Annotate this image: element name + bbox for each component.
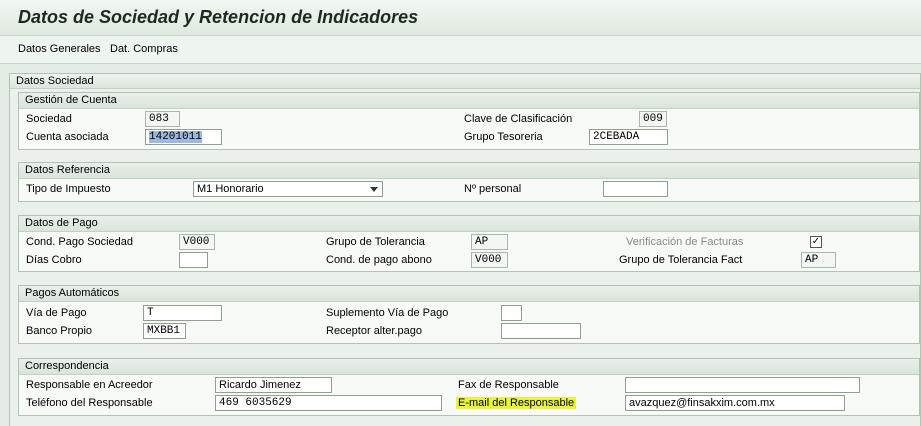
cuenta-asociada-value: 14201011 — [149, 131, 202, 143]
cond-pago-sociedad-field[interactable]: V000 — [179, 234, 215, 250]
datos-referencia-group: Datos Referencia Tipo de Impuesto M1 Hon… — [18, 162, 920, 202]
grupo-tesoreria-label: Grupo Tesoreria — [464, 131, 543, 143]
pagos-automaticos-header: Pagos Automáticos — [19, 286, 919, 302]
grupo-tolerancia-label: Grupo de Tolerancia — [326, 236, 425, 248]
grupo-tesoreria-field[interactable]: 2CEBADA — [589, 129, 668, 145]
group-title: Correspondencia — [25, 360, 109, 372]
gestion-cuenta-header: Gestión de Cuenta — [19, 93, 919, 109]
group-title: Gestión de Cuenta — [25, 94, 117, 106]
datos-pago-header: Datos de Pago — [19, 216, 919, 232]
group-title: Pagos Automáticos — [25, 287, 120, 299]
menu-datos-generales[interactable]: Datos Generales — [18, 43, 101, 55]
banco-propio-field[interactable]: MXBB1 — [143, 323, 186, 339]
datos-sociedad-panel: Datos Sociedad Gestión de Cuenta Socieda… — [9, 73, 921, 426]
cond-pago-sociedad-label: Cond. Pago Sociedad — [26, 236, 134, 248]
clave-clasificacion-label: Clave de Clasificación — [464, 113, 573, 125]
panel-title: Datos Sociedad — [16, 75, 94, 87]
correspondencia-header: Correspondencia — [19, 359, 919, 375]
email-responsable-label: E-mail del Responsable — [456, 395, 577, 411]
tipo-impuesto-label: Tipo de Impuesto — [26, 183, 111, 195]
email-responsable-field[interactable]: avazquez@finsakxim.com.mx — [625, 395, 845, 411]
dias-cobro-label: Días Cobro — [26, 254, 82, 266]
via-pago-label: Vía de Pago — [26, 307, 87, 319]
title-bar: Datos de Sociedad y Retencion de Indicad… — [0, 0, 921, 36]
banco-propio-label: Banco Propio — [26, 325, 93, 337]
suplemento-via-pago-label: Suplemento Vía de Pago — [326, 307, 449, 319]
grupo-tolerancia-fact-label: Grupo de Tolerancia Fact — [619, 254, 743, 266]
responsable-acreedor-field[interactable]: Ricardo Jimenez — [215, 377, 332, 393]
grupo-tolerancia-field[interactable]: AP — [471, 234, 508, 250]
fax-responsable-field[interactable] — [625, 377, 860, 393]
window-title: Datos de Sociedad y Retencion de Indicad… — [18, 7, 419, 27]
chevron-down-icon[interactable] — [370, 187, 378, 192]
telefono-responsable-field[interactable]: 469 6035629 — [215, 395, 442, 411]
grupo-tolerancia-fact-field[interactable]: AP — [801, 252, 836, 268]
menu-bar: Datos Generales Dat. Compras — [0, 36, 921, 64]
telefono-responsable-label: Teléfono del Responsable — [26, 397, 153, 409]
datos-pago-group: Datos de Pago Cond. Pago Sociedad V000 D… — [18, 215, 920, 272]
cond-pago-abono-field[interactable]: V000 — [471, 252, 508, 268]
tipo-impuesto-select[interactable]: M1 Honorario — [193, 181, 383, 197]
cuenta-asociada-field[interactable]: 14201011 — [145, 129, 222, 145]
dias-cobro-field[interactable] — [179, 252, 208, 268]
group-title: Datos de Pago — [25, 217, 98, 229]
sociedad-field[interactable]: 083 — [145, 111, 180, 127]
via-pago-field[interactable]: T — [143, 305, 222, 321]
datos-sociedad-header: Datos Sociedad — [10, 74, 920, 89]
gestion-cuenta-group: Gestión de Cuenta Sociedad 083 Cuenta as… — [18, 92, 920, 150]
fax-responsable-label: Fax de Responsable — [458, 379, 559, 391]
suplemento-via-pago-field[interactable] — [501, 305, 522, 321]
sociedad-label: Sociedad — [26, 113, 72, 125]
tipo-impuesto-value: M1 Honorario — [197, 183, 264, 195]
receptor-alter-pago-field[interactable] — [501, 323, 581, 339]
verificacion-facturas-checkbox[interactable]: ✓ — [810, 236, 822, 248]
numero-personal-label: Nº personal — [464, 183, 522, 195]
clave-clasificacion-field[interactable]: 009 — [639, 111, 667, 127]
receptor-alter-pago-label: Receptor alter.pago — [326, 325, 423, 337]
group-title: Datos Referencia — [25, 164, 110, 176]
cuenta-asociada-label: Cuenta asociada — [26, 131, 109, 143]
numero-personal-field[interactable] — [603, 181, 668, 197]
datos-referencia-header: Datos Referencia — [19, 163, 919, 179]
verificacion-facturas-label: Verificación de Facturas — [626, 236, 744, 248]
menu-dat-compras[interactable]: Dat. Compras — [110, 43, 178, 55]
pagos-automaticos-group: Pagos Automáticos Vía de Pago T Banco Pr… — [18, 285, 920, 344]
responsable-acreedor-label: Responsable en Acreedor — [26, 379, 153, 391]
correspondencia-group: Correspondencia Responsable en Acreedor … — [18, 358, 920, 416]
cond-pago-abono-label: Cond. de pago abono — [326, 254, 432, 266]
email-responsable-highlight: E-mail del Responsable — [456, 397, 577, 409]
